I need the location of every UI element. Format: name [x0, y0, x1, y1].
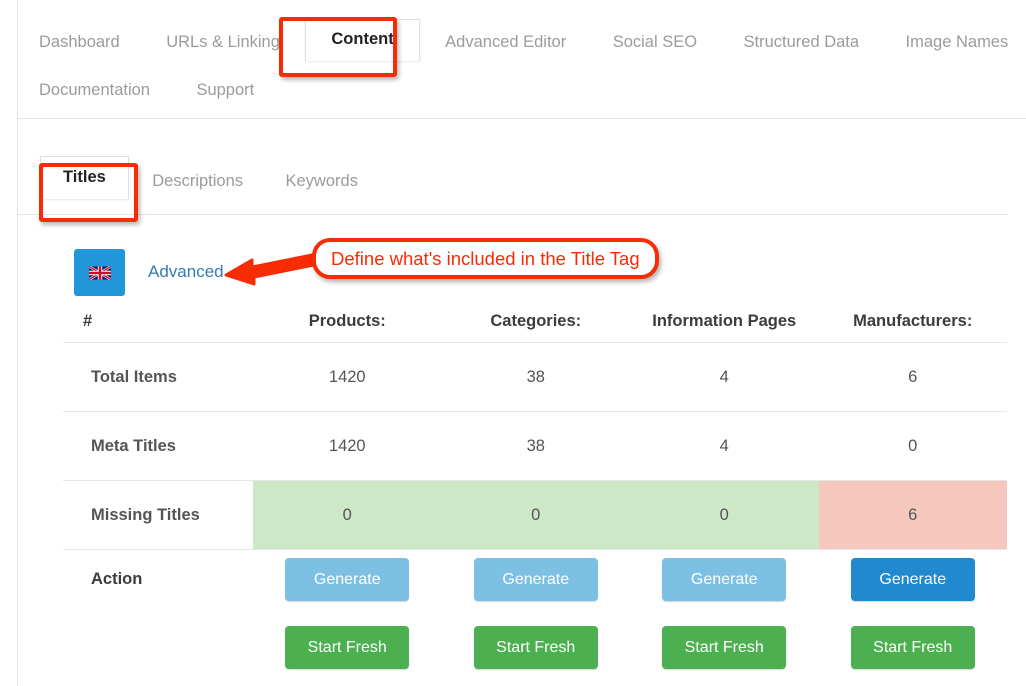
start-fresh-button-manufacturers[interactable]: Start Fresh — [850, 626, 975, 669]
row-label-total-items: Total Items — [91, 367, 177, 386]
column-header-information-pages: Information Pages — [652, 311, 797, 330]
cell-total-items-information-pages: 4 — [719, 367, 729, 386]
nav-item-advanced-editor[interactable]: Advanced Editor — [424, 28, 587, 56]
cell-meta-titles-products: 1420 — [328, 436, 366, 455]
table-header: # Products: Categories: Information Page… — [63, 300, 1007, 343]
cell-missing-titles-information-pages: 0 — [630, 480, 819, 550]
tab-descriptions[interactable]: Descriptions — [133, 166, 262, 196]
table-body: Total Items 1420 38 4 6 Meta Titles 1420… — [63, 343, 1008, 669]
start-fresh-button-categories[interactable]: Start Fresh — [473, 626, 598, 669]
action-cell-categories: Generate Start Fresh — [442, 550, 631, 669]
generate-button-manufacturers[interactable]: Generate — [850, 558, 975, 601]
action-cell-manufacturers: Generate Start Fresh — [819, 550, 1008, 669]
row-label-missing-titles: Missing Titles — [91, 505, 200, 524]
language-flag-button[interactable] — [74, 249, 125, 296]
nav-item-social-seo[interactable]: Social SEO — [592, 28, 718, 56]
content-stats-table: # Products: Categories: Information Page… — [63, 300, 1007, 669]
generate-button-information-pages[interactable]: Generate — [662, 558, 787, 601]
cell-meta-titles-categories: 38 — [526, 436, 545, 455]
table-row-action: Action Generate Start Fresh Generate Sta… — [63, 550, 1008, 669]
main-navigation: Dashboard URLs & Linking Content Advance… — [18, 0, 1026, 118]
nav-item-dashboard[interactable]: Dashboard — [18, 28, 141, 56]
annotation-callout: Define what's included in the Title Tag — [312, 238, 659, 279]
nav-item-structured-data[interactable]: Structured Data — [723, 28, 881, 56]
main-nav-row-1: Dashboard URLs & Linking Content Advance… — [18, 19, 1026, 70]
advanced-link[interactable]: Advanced — [148, 262, 224, 282]
tab-keywords[interactable]: Keywords — [267, 166, 377, 196]
action-cell-information-pages: Generate Start Fresh — [630, 550, 819, 669]
table-row-meta-titles: Meta Titles 1420 38 4 0 — [63, 412, 1007, 481]
cell-meta-titles-manufacturers: 0 — [908, 436, 918, 455]
content-sub-tabs: Titles Descriptions Keywords — [40, 156, 377, 209]
start-fresh-button-products[interactable]: Start Fresh — [285, 626, 410, 669]
column-header-index: # — [83, 311, 93, 330]
tab-titles[interactable]: Titles — [40, 156, 129, 199]
start-fresh-button-information-pages[interactable]: Start Fresh — [662, 626, 787, 669]
generate-button-products[interactable]: Generate — [285, 558, 410, 601]
cell-missing-titles-categories: 0 — [441, 480, 630, 550]
action-cell-products: Generate Start Fresh — [253, 550, 442, 669]
nav-item-urls-linking[interactable]: URLs & Linking — [145, 28, 301, 56]
table-row-missing-titles: Missing Titles 0 0 0 6 — [63, 480, 1007, 550]
uk-flag-icon — [88, 265, 111, 280]
nav-bottom-divider — [18, 118, 1026, 119]
row-label-action: Action — [91, 570, 143, 588]
cell-missing-titles-manufacturers: 6 — [818, 480, 1007, 550]
cell-total-items-manufacturers: 6 — [908, 367, 918, 386]
main-nav-row-2: Documentation Support — [18, 76, 1026, 104]
nav-item-documentation[interactable]: Documentation — [18, 76, 171, 104]
table-header-row: # Products: Categories: Information Page… — [63, 300, 1007, 343]
sub-tabs-divider — [18, 214, 1008, 215]
cell-missing-titles-products: 0 — [253, 480, 442, 550]
cell-total-items-categories: 38 — [526, 367, 545, 386]
row-label-meta-titles: Meta Titles — [91, 436, 176, 455]
page-root: Dashboard URLs & Linking Content Advance… — [0, 0, 1026, 686]
table-row-total-items: Total Items 1420 38 4 6 — [63, 343, 1007, 412]
column-header-products: Products: — [308, 311, 386, 330]
nav-item-support[interactable]: Support — [175, 76, 275, 104]
cell-total-items-products: 1420 — [328, 367, 366, 386]
nav-item-content[interactable]: Content — [305, 19, 420, 61]
column-header-categories: Categories: — [490, 311, 582, 330]
cell-meta-titles-information-pages: 4 — [719, 436, 729, 455]
nav-item-image-names[interactable]: Image Names — [885, 28, 1026, 56]
column-header-manufacturers: Manufacturers: — [853, 311, 973, 330]
generate-button-categories[interactable]: Generate — [473, 558, 598, 601]
